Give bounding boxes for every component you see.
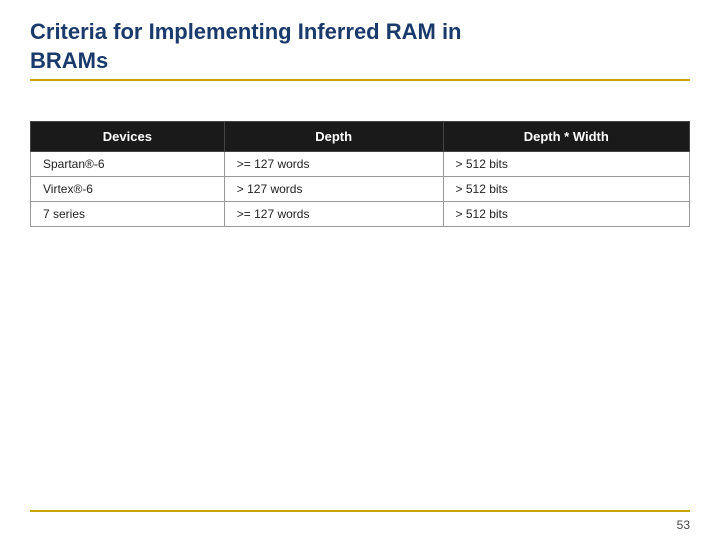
slide-title: Criteria for Implementing Inferred RAM i…: [30, 18, 690, 75]
table-cell-1-1: > 127 words: [224, 177, 443, 202]
col-header-depth: Depth: [224, 122, 443, 152]
table-row: Spartan®-6>= 127 words> 512 bits: [31, 152, 690, 177]
table-cell-1-2: > 512 bits: [443, 177, 689, 202]
table-cell-2-0: 7 series: [31, 202, 225, 227]
table-row: Virtex®-6> 127 words> 512 bits: [31, 177, 690, 202]
table-cell-1-0: Virtex®-6: [31, 177, 225, 202]
table-cell-0-1: >= 127 words: [224, 152, 443, 177]
table-cell-0-0: Spartan®-6: [31, 152, 225, 177]
col-header-depth-width: Depth * Width: [443, 122, 689, 152]
col-header-devices: Devices: [31, 122, 225, 152]
page-container: Criteria for Implementing Inferred RAM i…: [0, 0, 720, 540]
criteria-table: Devices Depth Depth * Width Spartan®-6>=…: [30, 121, 690, 227]
bottom-line: [30, 510, 690, 512]
table-header-row: Devices Depth Depth * Width: [31, 122, 690, 152]
table-cell-0-2: > 512 bits: [443, 152, 689, 177]
page-number: 53: [677, 518, 690, 532]
table-wrapper: Devices Depth Depth * Width Spartan®-6>=…: [30, 121, 690, 227]
title-underline: [30, 79, 690, 81]
table-cell-2-1: >= 127 words: [224, 202, 443, 227]
table-row: 7 series>= 127 words> 512 bits: [31, 202, 690, 227]
table-cell-2-2: > 512 bits: [443, 202, 689, 227]
